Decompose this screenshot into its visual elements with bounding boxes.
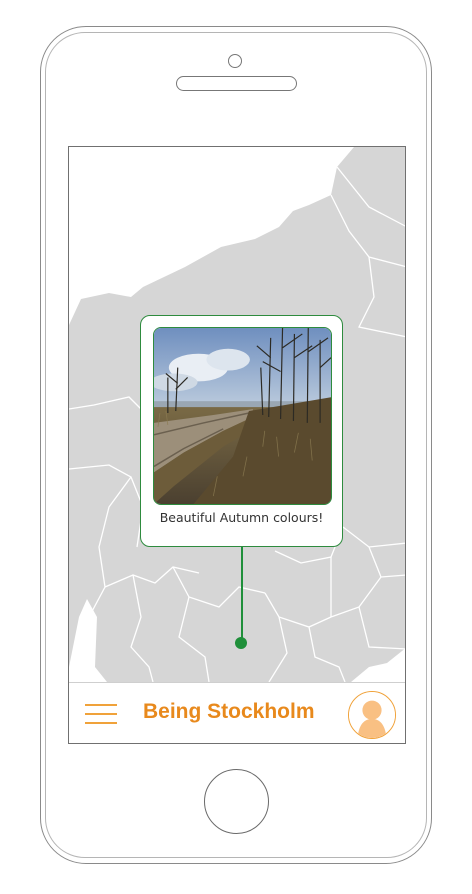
popup-pointer-line — [241, 545, 243, 641]
app-bottom-bar: Being Stockholm — [69, 682, 405, 743]
earpiece-speaker — [176, 76, 297, 91]
location-marker[interactable] — [235, 637, 247, 649]
hamburger-menu-icon[interactable] — [85, 703, 117, 725]
front-camera — [228, 54, 242, 68]
photo-popup-card[interactable]: Beautiful Autumn colours! — [140, 315, 343, 547]
phone-screen: Beautiful Autumn colours! Being Stockhol… — [68, 146, 406, 744]
user-avatar-icon[interactable] — [348, 691, 396, 739]
home-button[interactable] — [204, 769, 269, 834]
app-title: Being Stockholm — [143, 700, 315, 723]
lakeside-boardwalk-photo[interactable] — [153, 327, 332, 505]
photo-caption: Beautiful Autumn colours! — [159, 510, 324, 525]
